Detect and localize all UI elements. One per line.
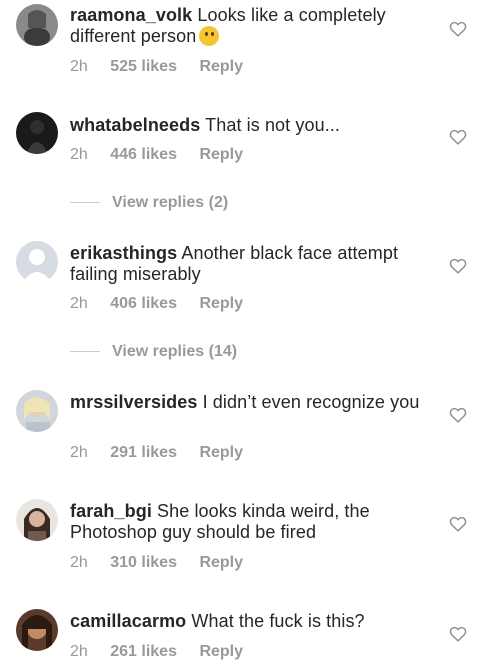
like-heart-icon[interactable] bbox=[449, 258, 467, 274]
divider-line bbox=[70, 351, 100, 353]
comment-meta: 2h 291 likes Reply bbox=[70, 444, 261, 462]
comment-meta: 2h 310 likes Reply bbox=[70, 554, 261, 572]
reply-button[interactable]: Reply bbox=[199, 444, 243, 461]
like-heart-icon[interactable] bbox=[449, 407, 467, 423]
comment-time: 2h bbox=[70, 146, 88, 163]
comment-time: 2h bbox=[70, 295, 88, 312]
comment-likes[interactable]: 261 likes bbox=[110, 643, 177, 660]
reply-button[interactable]: Reply bbox=[199, 554, 243, 571]
reply-button[interactable]: Reply bbox=[199, 295, 243, 312]
comment-meta: 2h 261 likes Reply bbox=[70, 643, 261, 661]
comment-time: 2h bbox=[70, 554, 88, 571]
view-replies-label[interactable]: View replies (2) bbox=[112, 194, 228, 211]
view-replies-button[interactable]: View replies (14) bbox=[70, 343, 237, 363]
comment-username[interactable]: mrssilversides bbox=[70, 392, 198, 412]
reply-button[interactable]: Reply bbox=[199, 58, 243, 75]
comment-text: mrssilversides I didn’t even recognize y… bbox=[70, 392, 430, 413]
comment-time: 2h bbox=[70, 58, 88, 75]
reply-button[interactable]: Reply bbox=[199, 146, 243, 163]
comment-text: raamona_volk Looks like a completely dif… bbox=[70, 5, 430, 47]
comment-body: What the fuck is this? bbox=[191, 611, 365, 631]
like-heart-icon[interactable] bbox=[449, 626, 467, 642]
avatar[interactable] bbox=[16, 499, 58, 541]
comment-body: That is not you... bbox=[205, 115, 340, 135]
comment-meta: 2h 525 likes Reply bbox=[70, 58, 261, 76]
thinking-face-emoji-icon bbox=[199, 26, 220, 46]
reply-button[interactable]: Reply bbox=[199, 643, 243, 660]
view-replies-label[interactable]: View replies (14) bbox=[112, 343, 237, 360]
like-heart-icon[interactable] bbox=[449, 129, 467, 145]
comment-username[interactable]: farah_bgi bbox=[70, 501, 152, 521]
comment-text: erikasthings Another black face attempt … bbox=[70, 243, 430, 285]
comment-meta: 2h 446 likes Reply bbox=[70, 146, 261, 164]
comment-likes[interactable]: 446 likes bbox=[110, 146, 177, 163]
comment-username[interactable]: whatabelneeds bbox=[70, 115, 200, 135]
avatar[interactable] bbox=[16, 390, 58, 432]
comment-text: camillacarmo What the fuck is this? bbox=[70, 611, 430, 632]
comment-time: 2h bbox=[70, 444, 88, 461]
comment-text: farah_bgi She looks kinda weird, the Pho… bbox=[70, 501, 430, 543]
comment-likes[interactable]: 525 likes bbox=[110, 58, 177, 75]
divider-line bbox=[70, 202, 100, 204]
comment-body: I didn’t even recognize you bbox=[202, 392, 420, 412]
like-heart-icon[interactable] bbox=[449, 21, 467, 37]
comment-likes[interactable]: 291 likes bbox=[110, 444, 177, 461]
comment-meta: 2h 406 likes Reply bbox=[70, 295, 261, 313]
comment-username[interactable]: camillacarmo bbox=[70, 611, 186, 631]
view-replies-button[interactable]: View replies (2) bbox=[70, 194, 228, 214]
comment-likes[interactable]: 406 likes bbox=[110, 295, 177, 312]
like-heart-icon[interactable] bbox=[449, 516, 467, 532]
comment-username[interactable]: erikasthings bbox=[70, 243, 177, 263]
avatar[interactable] bbox=[16, 112, 58, 154]
comment-username[interactable]: raamona_volk bbox=[70, 5, 192, 25]
avatar[interactable] bbox=[16, 241, 58, 283]
comment-text: whatabelneeds That is not you... bbox=[70, 115, 430, 136]
avatar[interactable] bbox=[16, 4, 58, 46]
comment-likes[interactable]: 310 likes bbox=[110, 554, 177, 571]
comment-time: 2h bbox=[70, 643, 88, 660]
avatar[interactable] bbox=[16, 609, 58, 651]
